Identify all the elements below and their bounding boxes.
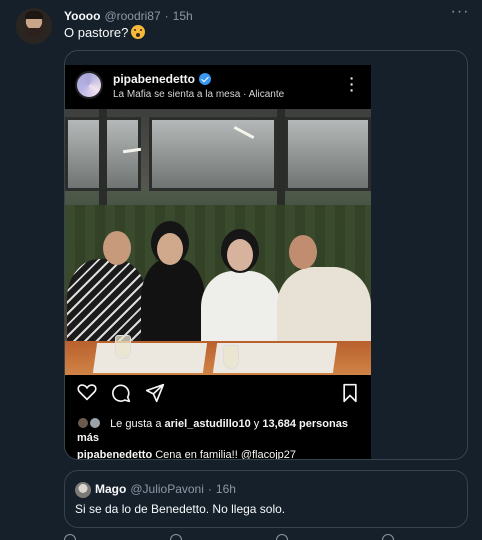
more-horizontal-icon[interactable]: ···: [448, 4, 472, 24]
wine-glass: [115, 335, 131, 359]
liker-avatar: [77, 417, 89, 429]
tweet-header: Yoooo @roodri87 · 15h: [64, 8, 193, 24]
bookmark-icon: [343, 383, 357, 403]
comment-icon: [112, 384, 131, 403]
avatar-hair: [25, 11, 43, 19]
instagram-header: pipabenedetto La Mafia se sienta a la me…: [65, 65, 371, 109]
share-icon: [145, 383, 165, 403]
header-separator: ·: [164, 9, 169, 23]
author-handle[interactable]: @roodri87: [104, 9, 160, 23]
person-4-face: [289, 235, 317, 269]
likes-prefix: Le gusta a: [110, 418, 162, 430]
instagram-caption: pipabenedetto Cena en familia!! @flacojp…: [77, 449, 297, 460]
instagram-avatar: [75, 71, 103, 99]
more-vertical-icon: · · ·: [349, 70, 355, 98]
caption-text: Cena en familia!! @flacojp27: [155, 449, 297, 460]
liker-avatar: [89, 417, 101, 429]
wine-glass: [223, 345, 239, 369]
like-icon[interactable]: [276, 534, 288, 540]
tweet-text: O pastore?: [64, 25, 146, 40]
person-2-face: [157, 233, 183, 265]
retweet-icon[interactable]: [170, 534, 182, 540]
author-name[interactable]: Yoooo: [64, 9, 100, 23]
instagram-screenshot: pipabenedetto La Mafia se sienta a la me…: [65, 65, 371, 460]
author-avatar[interactable]: [16, 8, 52, 44]
caption-user: pipabenedetto: [77, 449, 153, 460]
likes-suffix: más: [77, 432, 100, 444]
reply-icon[interactable]: [64, 534, 76, 540]
quoted-header-separator: ·: [207, 482, 212, 496]
heart-icon: [77, 384, 97, 401]
avatar-beard: [26, 28, 42, 37]
instagram-actions: [65, 377, 371, 407]
quoted-tweet-text: Si se da lo de Benedetto. No llega solo.: [75, 502, 286, 516]
quoted-tweet-header: Mago @JulioPavoni · 16h: [95, 482, 236, 496]
quoted-author-avatar: [75, 482, 91, 498]
person-3-face: [227, 239, 253, 271]
verified-badge-icon: [199, 73, 212, 85]
liker-avatars: [77, 417, 103, 429]
photo-window: [149, 117, 277, 191]
instagram-username-text: pipabenedetto: [113, 72, 196, 86]
share-tweet-icon[interactable]: [382, 534, 394, 540]
instagram-likes: Le gusta a ariel_astudillo10 y 13,684 pe…: [77, 417, 367, 445]
quoted-tweet[interactable]: Mago @JulioPavoni · 16h Si se da lo de B…: [64, 470, 468, 528]
tweet-time[interactable]: 15h: [173, 9, 193, 23]
likes-count: 13,684 personas: [262, 418, 348, 430]
quoted-author-handle: @JulioPavoni: [130, 482, 204, 496]
group-photo: [65, 109, 371, 375]
photo-window: [285, 117, 371, 191]
astonished-face-emoji: [131, 25, 146, 39]
quoted-author-name: Mago: [95, 482, 127, 496]
quoted-tweet-time: 16h: [215, 482, 236, 496]
tweet[interactable]: Yoooo @roodri87 · 15h ··· O pastore? pip…: [0, 0, 482, 540]
likes-middle: y: [253, 418, 260, 430]
likes-user: ariel_astudillo10: [164, 418, 251, 430]
instagram-username: pipabenedetto: [113, 72, 212, 86]
tweet-text-content: O pastore?: [64, 25, 129, 40]
tweet-media[interactable]: pipabenedetto La Mafia se sienta a la me…: [64, 50, 468, 460]
person-1-face: [103, 231, 131, 265]
tweet-action-bar: [64, 534, 468, 540]
table-cloth: [92, 343, 208, 373]
instagram-location: La Mafia se sienta a la mesa · Alicante: [113, 89, 285, 100]
